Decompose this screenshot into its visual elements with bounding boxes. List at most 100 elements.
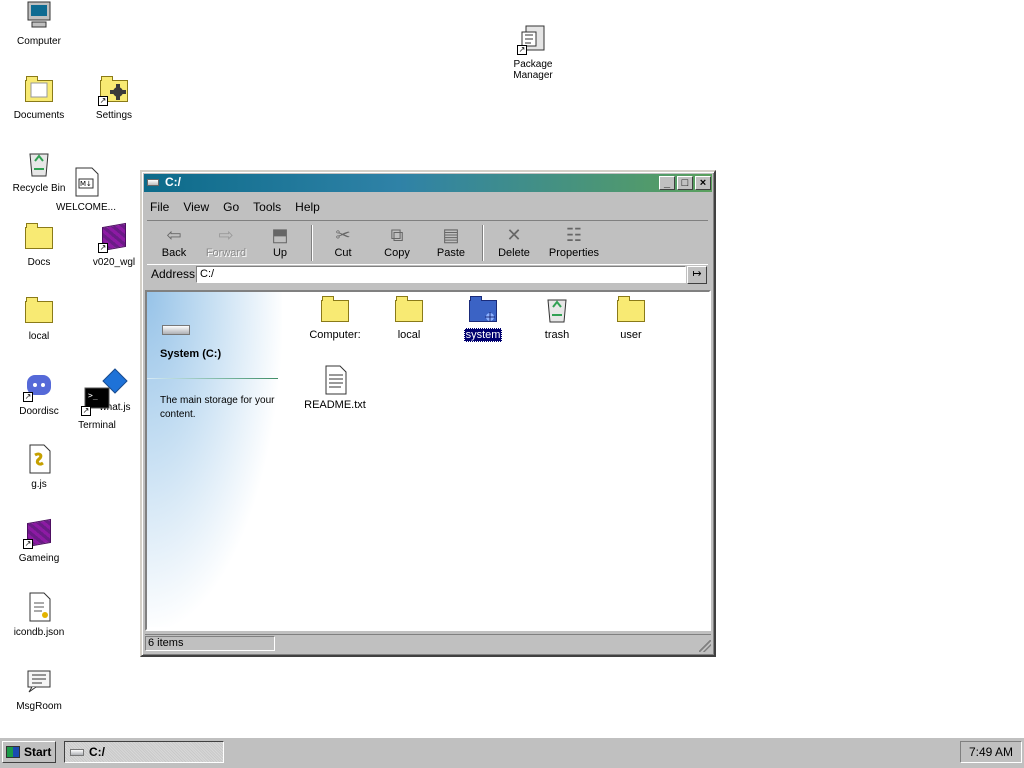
address-input[interactable]: C:/ (196, 266, 686, 283)
close-button[interactable]: × (695, 176, 711, 190)
properties-button[interactable]: ☷ Properties (541, 223, 607, 262)
desktop-icon-package-manager[interactable]: ↗ Package Manager (494, 23, 572, 85)
toolbar: ⇦ Back ⇨ Forward ⬒ Up ✂ Cut ⧉ Copy ▤ Pas… (147, 220, 708, 265)
forward-button[interactable]: ⇨ Forward (199, 223, 253, 262)
copy-label: Copy (384, 247, 410, 259)
desktop-icon-welcome[interactable]: M↓ WELCOME... (47, 166, 125, 217)
cut-label: Cut (334, 247, 352, 259)
menu-view[interactable]: View (183, 199, 209, 215)
desktop-icon-settings[interactable]: ↗ Settings (75, 74, 153, 125)
paste-icon: ▤ (442, 225, 460, 245)
svg-text:M↓: M↓ (80, 180, 92, 188)
start-button[interactable]: Start (2, 741, 56, 763)
documents-folder-icon (23, 74, 55, 106)
file-label: README.txt (304, 399, 366, 411)
folder-icon (319, 294, 351, 326)
back-button[interactable]: ⇦ Back (147, 223, 201, 262)
cut-button[interactable]: ✂ Cut (316, 223, 370, 262)
window-controls: _ □ × (659, 176, 711, 190)
window-titlebar[interactable]: C:/ _ □ × (144, 174, 712, 192)
taskbar: Start C:/ 7:49 AM (0, 737, 1024, 768)
go-arrow-icon: ↦ (692, 268, 702, 280)
menu-go[interactable]: Go (223, 199, 239, 215)
menu-tools[interactable]: Tools (253, 199, 281, 215)
properties-label: Properties (548, 247, 600, 259)
desktop-label: Package Manager (513, 59, 553, 81)
file-label: trash (544, 329, 570, 341)
markdown-file-icon: M↓ (70, 166, 102, 198)
address-label: Address (151, 267, 196, 281)
system-clock[interactable]: 7:49 AM (960, 741, 1022, 763)
javascript-file-icon (23, 443, 55, 475)
folder-icon (23, 295, 55, 327)
shortcut-arrow-icon: ↗ (517, 45, 527, 55)
toolbar-separator (482, 225, 484, 261)
desktop-label: Terminal (78, 420, 116, 431)
computer-icon (23, 0, 55, 32)
address-bar: Address C:/ ↦ (147, 265, 708, 285)
sidebar-divider (147, 378, 278, 379)
recycle-bin-icon (541, 294, 573, 326)
folder-content[interactable]: System (C:) The main storage for your co… (145, 290, 711, 631)
item-count: 6 items (145, 636, 275, 651)
paste-label: Paste (436, 247, 466, 259)
forward-label: Forward (205, 247, 247, 259)
file-item-local[interactable]: local (374, 294, 444, 342)
file-item-readme[interactable]: README.txt (300, 364, 370, 412)
desktop-icon-local[interactable]: local (0, 295, 78, 346)
start-label: Start (24, 745, 52, 759)
file-item-user[interactable]: user (596, 294, 666, 342)
desktop-icon-docs[interactable]: Docs (0, 221, 78, 272)
up-label: Up (272, 247, 288, 259)
drive-icon (147, 179, 159, 186)
go-button[interactable]: ↦ (687, 266, 707, 284)
desktop-icon-gameing[interactable]: ↗ Gameing (0, 517, 78, 568)
paste-button[interactable]: ▤ Paste (424, 223, 478, 262)
resize-grip-icon[interactable] (699, 640, 711, 652)
menu-help[interactable]: Help (295, 199, 320, 215)
copy-button[interactable]: ⧉ Copy (370, 223, 424, 262)
file-item-system[interactable]: system (448, 294, 518, 342)
menu-file[interactable]: File (150, 199, 169, 215)
back-label: Back (161, 247, 187, 259)
svg-text:>_: >_ (88, 391, 98, 400)
shortcut-arrow-icon: ↗ (23, 392, 33, 402)
desktop-icon-msgroom[interactable]: MsgRoom (0, 665, 78, 716)
desktop-label: Gameing (18, 553, 60, 564)
desktop-icon-computer[interactable]: Computer (0, 0, 78, 51)
file-label: system (463, 328, 503, 342)
maximize-button[interactable]: □ (677, 176, 693, 190)
desktop-icon-documents[interactable]: Documents (0, 74, 78, 125)
desktop-icon-g-js[interactable]: g.js (0, 443, 78, 494)
json-file-icon (23, 591, 55, 623)
minimize-button[interactable]: _ (659, 176, 675, 190)
file-item-computer[interactable]: Computer: (300, 294, 370, 342)
delete-button[interactable]: ✕ Delete (487, 223, 541, 262)
desktop-label: local (28, 331, 50, 342)
delete-label: Delete (498, 247, 530, 259)
start-logo-icon (6, 746, 20, 758)
drive-icon (70, 748, 84, 756)
back-arrow-icon: ⇦ (166, 225, 182, 245)
status-bar: 6 items (145, 634, 711, 652)
window-title: C:/ (165, 175, 181, 189)
file-explorer-window[interactable]: C:/ _ □ × File View Go Tools Help ⇦ Back… (140, 170, 716, 657)
desktop-label: g.js (31, 479, 47, 490)
up-button[interactable]: ⬒ Up (253, 223, 307, 262)
purple-cube-icon: ↗ (23, 517, 55, 549)
folder-icon (615, 294, 647, 326)
forward-arrow-icon: ⇨ (218, 225, 234, 245)
terminal-icon: >_ ↗ (81, 384, 113, 416)
doordisc-icon: ↗ (23, 370, 55, 402)
folder-icon (23, 221, 55, 253)
taskbar-window-button[interactable]: C:/ (64, 741, 224, 763)
desktop-icon-terminal[interactable]: >_ ↗ Terminal (58, 384, 136, 435)
desktop-label: Documents (13, 110, 65, 121)
maximize-icon: □ (681, 177, 689, 189)
folder-icon (393, 294, 425, 326)
desktop-label: Settings (95, 110, 133, 121)
desktop-icon-icondb-json[interactable]: icondb.json (0, 591, 78, 642)
desktop-label: v020_wgl (92, 257, 136, 268)
shortcut-arrow-icon: ↗ (81, 406, 91, 416)
file-item-trash[interactable]: trash (522, 294, 592, 342)
